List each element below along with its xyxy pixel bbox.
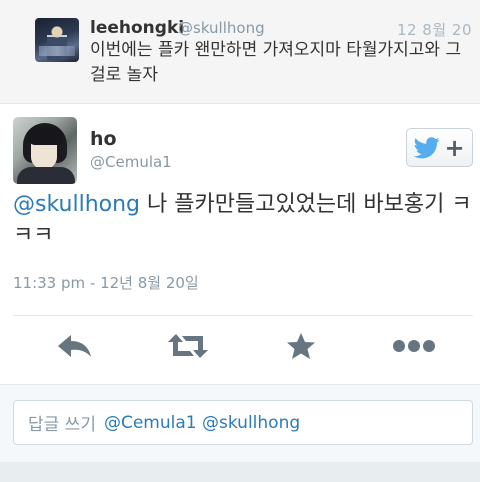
reply-button[interactable] [55,330,95,362]
in-reply-to-avatar[interactable] [35,18,79,62]
twitter-bird-icon [414,136,441,158]
reply-arrow-icon [58,335,91,357]
retweet-icon [168,334,208,358]
follow-plus: + [444,133,465,162]
in-reply-to-time: 12 8월 20 [396,21,472,39]
author-name[interactable]: ho [90,128,117,150]
more-options-button[interactable] [392,330,436,362]
follow-button[interactable]: + [406,128,473,167]
tweet-timestamp: 11:33 pm - 12년 8월 20일 [13,274,199,292]
in-reply-to-name[interactable]: leehongki [90,18,184,38]
in-reply-to-tweet[interactable]: leehongki @skullhong 12 8월 20 이번에는 플카 왠만… [0,0,480,104]
star-icon [287,333,315,359]
ellipsis-icon [393,340,435,352]
tweet-text: @skullhong 나 플카만들고있었는데 바보홍기 ㅋㅋㅋ [13,189,473,251]
reply-prefill-mentions: @Cemula1 @skullhong [103,412,301,433]
divider [13,315,473,316]
author-handle: @Cemula1 [90,153,172,171]
bottom-strip [0,462,480,482]
reply-input[interactable]: 답글 쓰기 @Cemula1 @skullhong [13,400,473,445]
author-avatar[interactable] [13,117,77,184]
retweet-button[interactable] [166,330,210,362]
reply-placeholder: 답글 쓰기 [28,415,96,435]
in-reply-to-text: 이번에는 플카 왠만하면 가져오지마 타월가지고와 그걸로 놀자 [90,40,462,85]
in-reply-to-handle: @skullhong [178,19,265,37]
favorite-button[interactable] [285,330,317,362]
reply-compose-area: 답글 쓰기 @Cemula1 @skullhong [0,384,480,482]
tweet-mention-link[interactable]: @skullhong [13,192,140,217]
